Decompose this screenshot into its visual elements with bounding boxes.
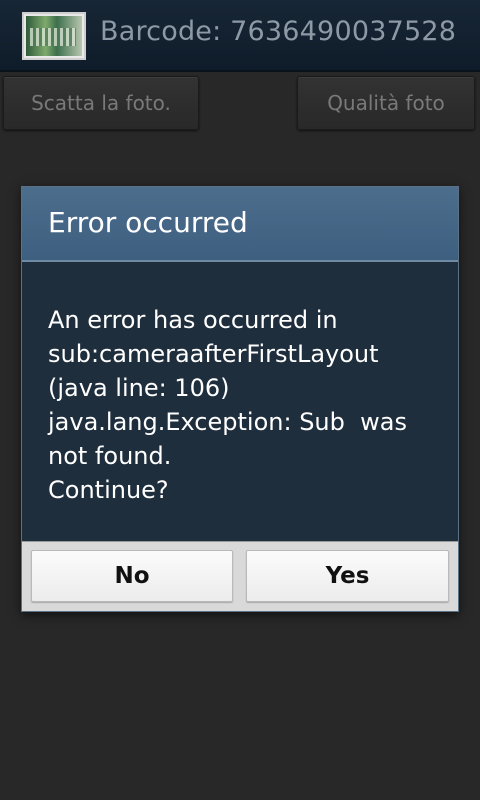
message-line: (java line: 106) bbox=[48, 374, 230, 402]
error-dialog: Error occurred An error has occurred in … bbox=[21, 186, 459, 612]
app-thumbnail-icon bbox=[22, 12, 86, 60]
dialog-header: Error occurred bbox=[22, 187, 458, 262]
message-line: sub:cameraafterFirstLayout bbox=[48, 340, 379, 368]
app-screen: Barcode: 7636490037528 Scatta la foto. Q… bbox=[0, 0, 480, 800]
message-line: Continue? bbox=[48, 476, 169, 504]
message-line: not found. bbox=[48, 442, 172, 470]
window-title: Barcode: 7636490037528 bbox=[100, 16, 457, 47]
message-line: An error has occurred in bbox=[48, 306, 338, 334]
title-bar: Barcode: 7636490037528 bbox=[0, 0, 480, 72]
no-button[interactable]: No bbox=[31, 550, 233, 602]
dialog-title: Error occurred bbox=[48, 206, 248, 239]
thumbnail-detail bbox=[30, 28, 76, 46]
yes-button[interactable]: Yes bbox=[246, 550, 449, 602]
dialog-message: An error has occurred in sub:cameraafter… bbox=[48, 303, 448, 507]
message-line: java.lang.Exception: Sub was bbox=[48, 408, 407, 436]
dialog-button-bar: No Yes bbox=[22, 541, 458, 611]
